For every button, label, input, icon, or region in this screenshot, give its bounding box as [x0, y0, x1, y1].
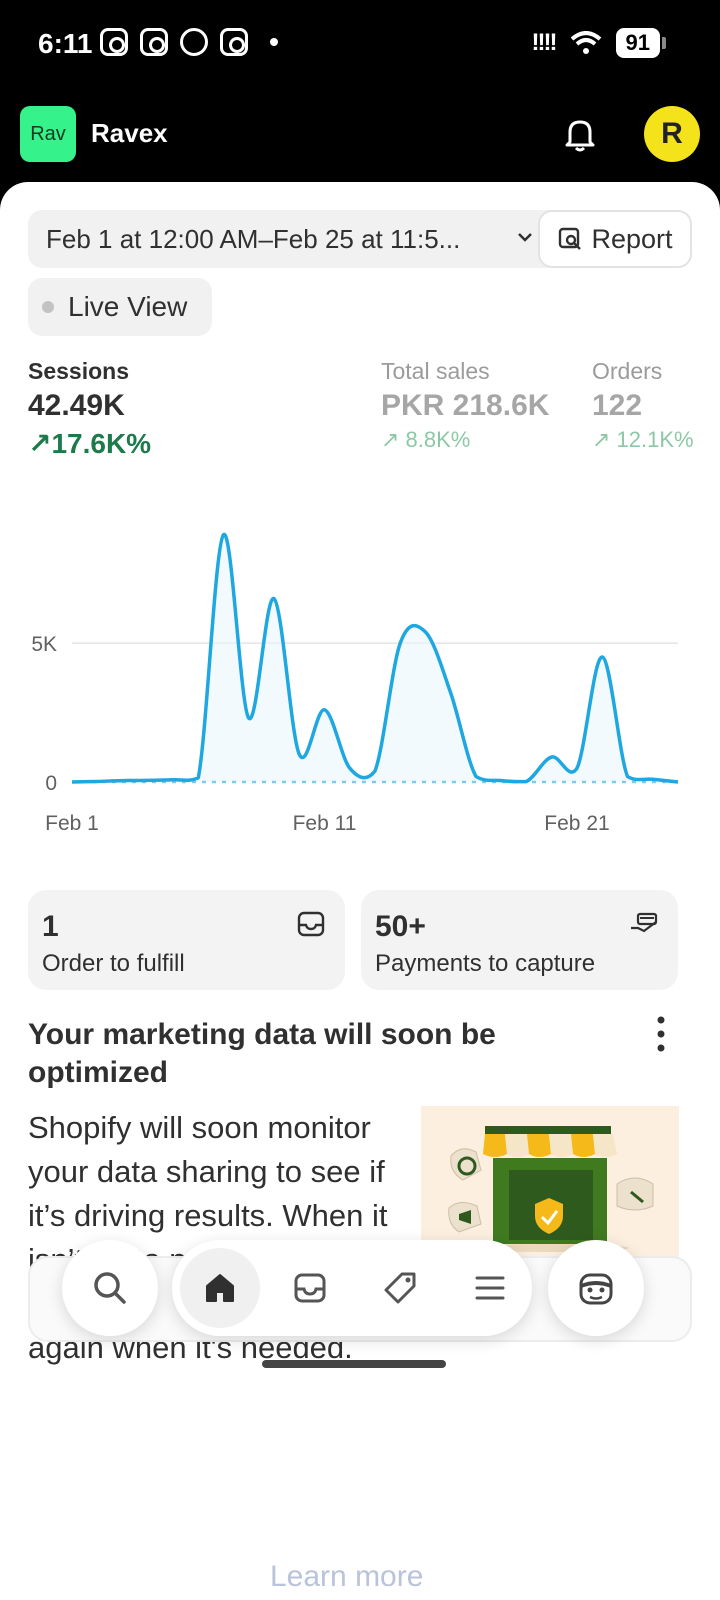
system-icons: !!!! 91 — [531, 28, 667, 58]
tile-number: 50+ — [375, 910, 426, 943]
live-status-dot — [42, 301, 54, 313]
date-range-label: Feb 1 at 12:00 AM–Feb 25 at 11:5... — [46, 224, 461, 254]
live-view-button[interactable]: Live View — [28, 278, 212, 336]
x-tick-label: Feb 21 — [544, 812, 609, 835]
products-icon[interactable] — [378, 1266, 422, 1310]
store-name[interactable]: Ravex — [91, 118, 168, 149]
menu-icon[interactable] — [468, 1266, 512, 1310]
whatsapp-icon — [180, 28, 208, 56]
metric-total-sales[interactable]: Total sales PKR 218.6K ↗ 8.8K% — [381, 358, 549, 453]
tile-text: Payments to capture — [375, 950, 596, 977]
marketing-card-title: Your marketing data will soon be optimiz… — [28, 1018, 496, 1089]
report-icon — [559, 227, 582, 250]
metric-label: Orders — [592, 358, 663, 384]
metric-delta: ↗ 8.8K% — [381, 427, 471, 452]
learn-more-link[interactable]: Learn more — [270, 1560, 423, 1594]
x-tick-label: Feb 11 — [293, 812, 357, 835]
home-icon[interactable] — [198, 1266, 242, 1310]
metric-value: 122 — [592, 389, 643, 422]
report-button[interactable]: Report — [538, 210, 692, 268]
status-time: 6:11 — [38, 28, 93, 59]
y-tick-label: 5K — [31, 633, 57, 656]
metric-value: PKR 218.6K — [381, 389, 550, 422]
more-options-icon[interactable] — [656, 1016, 666, 1052]
metric-delta: ↗ 12.1K% — [592, 427, 694, 452]
series-area — [72, 534, 678, 782]
app-header: Rav Ravex R — [0, 92, 720, 184]
inbox-icon — [297, 911, 325, 937]
battery-icon: 91 — [615, 28, 667, 58]
instagram-icon — [140, 28, 168, 56]
status-bar: 6:11 !!!! 91 — [0, 0, 720, 92]
metric-value: 42.49K — [28, 389, 125, 422]
store-badge[interactable]: Rav — [20, 106, 76, 162]
sidekick-icon[interactable] — [574, 1266, 618, 1310]
wifi-icon — [570, 31, 601, 54]
instagram-icon — [220, 28, 248, 56]
avatar[interactable]: R — [644, 106, 700, 162]
tile-number: 1 — [42, 910, 59, 943]
live-view-label: Live View — [68, 291, 188, 322]
metric-label: Sessions — [28, 358, 129, 384]
more-notifications-dot — [270, 38, 278, 46]
notification-icons — [100, 28, 278, 56]
payments-to-capture-card[interactable]: 50+ Payments to capture — [361, 890, 678, 990]
orders-icon[interactable] — [288, 1266, 332, 1310]
metric-sessions[interactable]: Sessions 42.49K ↗17.6K% — [28, 358, 151, 460]
metric-label: Total sales — [381, 358, 490, 384]
instagram-icon — [100, 28, 128, 56]
sessions-chart[interactable]: 0 5K Feb 1 Feb 11 Feb 21 — [0, 502, 720, 852]
date-range-picker[interactable]: Feb 1 at 12:00 AM–Feb 25 at 11:5... Repo… — [28, 210, 692, 268]
metric-delta: ↗17.6K% — [28, 428, 152, 459]
y-tick-label: 0 — [45, 772, 57, 795]
x-tick-label: Feb 1 — [45, 812, 99, 835]
chevron-down-icon — [518, 233, 532, 242]
signal-icon: !!!! — [531, 29, 558, 56]
report-label: Report — [591, 223, 673, 254]
payment-hand-icon — [631, 912, 658, 933]
metric-orders[interactable]: Orders 122 ↗ 12.1K% — [592, 358, 694, 453]
order-to-fulfill-card[interactable]: 1 Order to fulfill — [28, 890, 345, 990]
tile-text: Order to fulfill — [42, 950, 185, 977]
home-indicator — [262, 1360, 446, 1368]
main-content: Feb 1 at 12:00 AM–Feb 25 at 11:5... Repo… — [0, 182, 720, 1600]
bell-icon[interactable] — [560, 114, 600, 154]
search-icon[interactable] — [88, 1266, 132, 1310]
